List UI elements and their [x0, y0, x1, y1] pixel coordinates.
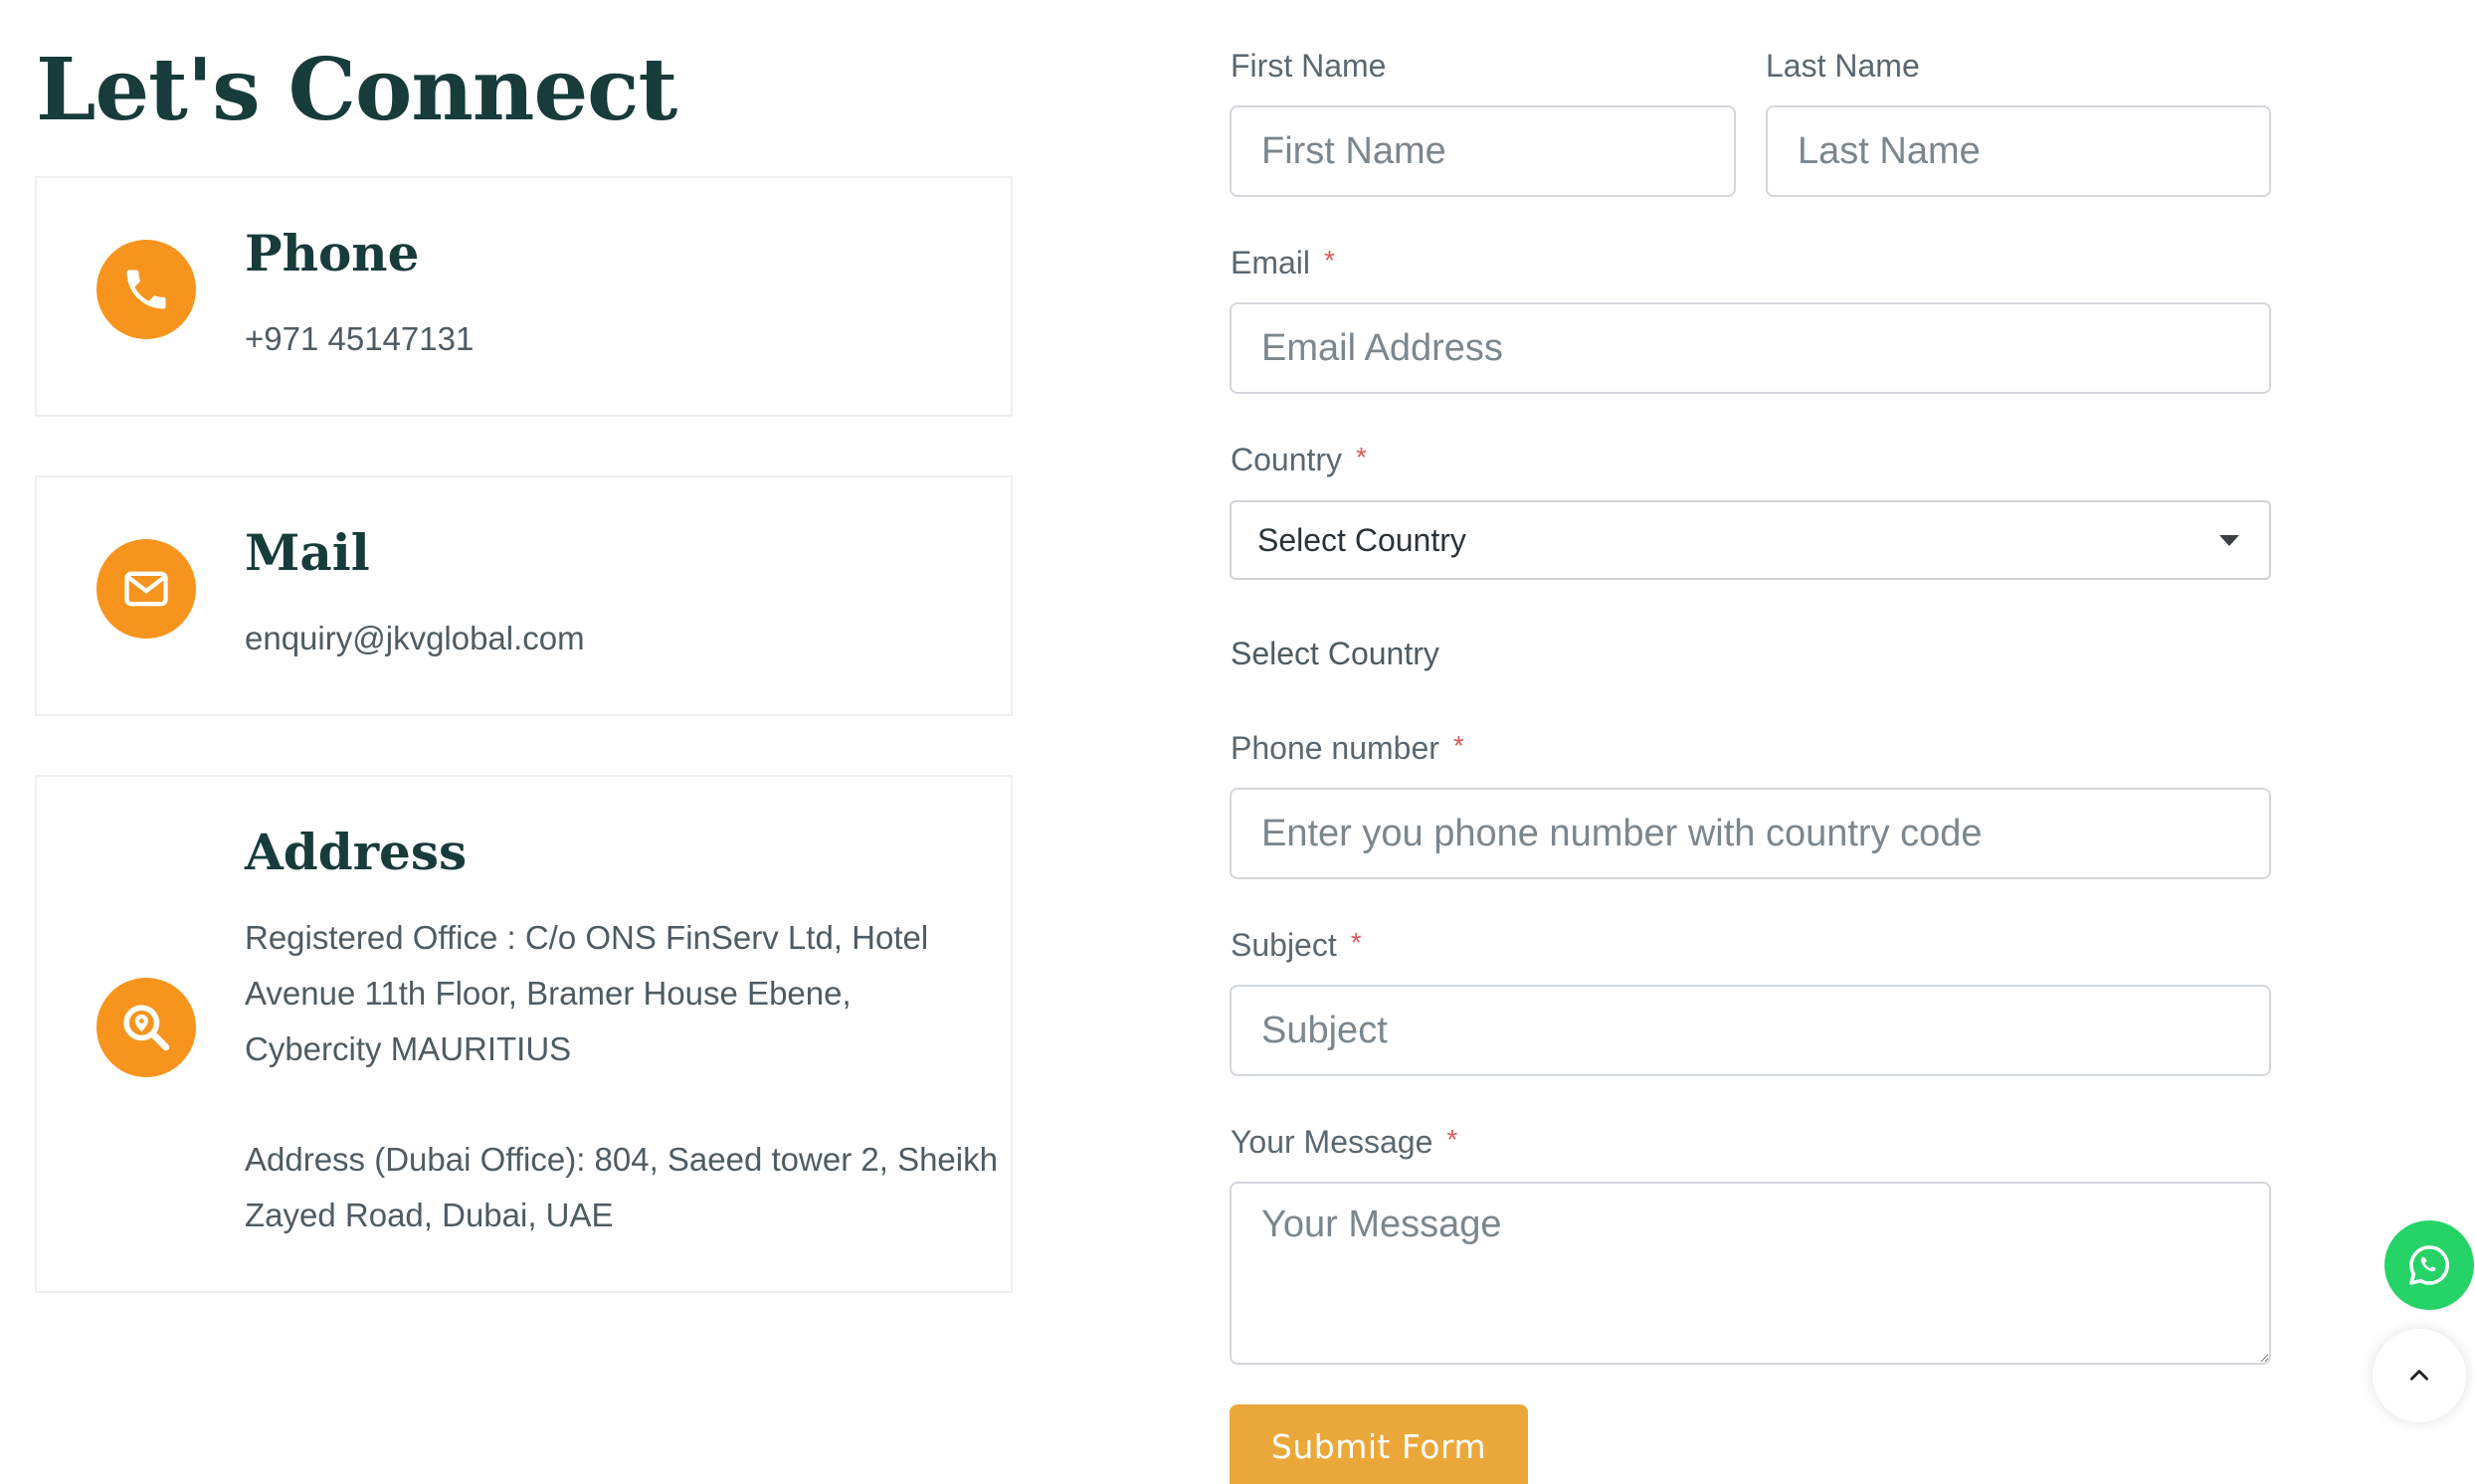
mail-title: Mail	[245, 523, 370, 582]
phone-title: Phone	[245, 224, 420, 282]
location-search-icon	[96, 978, 196, 1077]
last-name-label: Last Name	[1766, 48, 1920, 84]
page-title: Let's Connect	[36, 40, 677, 140]
email-field[interactable]	[1230, 302, 2271, 394]
phone-number-field[interactable]	[1230, 788, 2271, 879]
first-name-label: First Name	[1231, 48, 1387, 84]
whatsapp-icon	[2409, 1245, 2449, 1285]
subject-label-text: Subject	[1231, 927, 1337, 963]
phone-number-label: Phone number *	[1231, 730, 1464, 767]
country-select[interactable]: Select Country	[1230, 500, 2271, 580]
phone-icon	[96, 240, 196, 339]
phone-number-label-text: Phone number	[1231, 730, 1439, 766]
address-registered-line-3: Cybercity MAURITIUS	[245, 1030, 572, 1067]
mail-card: Mail enquiry@jkvglobal.com	[35, 475, 1013, 716]
country-selection-text: Select Country	[1231, 636, 1439, 671]
required-mark: *	[1446, 1124, 1458, 1155]
email-label: Email *	[1231, 245, 1335, 281]
chevron-down-icon	[2219, 534, 2239, 546]
address-registered-line-1: Registered Office : C/o ONS FinServ Ltd,…	[245, 919, 929, 956]
chevron-up-icon	[2410, 1370, 2428, 1381]
first-name-field[interactable]	[1230, 105, 1736, 197]
subject-label: Subject *	[1231, 927, 1362, 964]
address-card: Address Registered Office : C/o ONS FinS…	[35, 775, 1013, 1293]
country-label-text: Country	[1231, 442, 1343, 477]
address-dubai-line-2: Zayed Road, Dubai, UAE	[245, 1197, 614, 1233]
phone-number[interactable]: +971 45147131	[245, 311, 474, 367]
required-mark: *	[1356, 442, 1367, 472]
last-name-field[interactable]	[1766, 105, 2271, 197]
phone-card: Phone +971 45147131	[35, 176, 1013, 417]
country-select-value: Select Country	[1257, 521, 1466, 558]
whatsapp-button[interactable]	[2384, 1220, 2474, 1310]
country-label: Country *	[1231, 442, 1367, 478]
address-title: Address	[245, 823, 468, 881]
required-mark: *	[1350, 927, 1362, 958]
message-label: Your Message *	[1231, 1124, 1457, 1161]
message-field[interactable]	[1230, 1182, 2271, 1365]
required-mark: *	[1452, 730, 1464, 761]
subject-field[interactable]	[1230, 985, 2271, 1076]
scroll-to-top-button[interactable]	[2373, 1329, 2466, 1422]
email-label-text: Email	[1231, 245, 1311, 280]
mail-address[interactable]: enquiry@jkvglobal.com	[245, 611, 585, 666]
message-label-text: Your Message	[1231, 1124, 1433, 1160]
envelope-icon	[96, 539, 196, 639]
address-dubai-line-1: Address (Dubai Office): 804, Saeed tower…	[245, 1141, 998, 1178]
required-mark: *	[1324, 245, 1335, 276]
submit-button[interactable]: Submit Form	[1230, 1404, 1528, 1484]
address-registered-line-2: Avenue 11th Floor, Bramer House Ebene,	[245, 975, 852, 1012]
